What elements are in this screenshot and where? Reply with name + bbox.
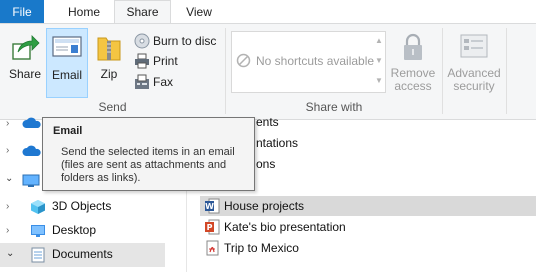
onedrive-icon [22, 144, 42, 161]
nav-item-3d-objects[interactable]: › 3D Objects [0, 195, 165, 219]
file-name-partial: ons [256, 157, 276, 171]
unavailable-icon [236, 53, 251, 71]
nav-item-label: Desktop [52, 223, 97, 237]
word-doc-icon: W [204, 198, 220, 217]
fax-button[interactable]: Fax [134, 72, 226, 92]
file-name: Trip to Mexico [224, 241, 299, 255]
burn-to-disc-button[interactable]: Burn to disc [134, 31, 226, 51]
file-row-house-projects[interactable]: W House projects [200, 196, 536, 216]
expand-chevron-icon[interactable]: › [6, 201, 9, 212]
lock-icon [400, 32, 426, 65]
gallery-scroll-buttons: ▲ ▼ ▼ [373, 32, 385, 92]
email-envelope-icon [52, 34, 82, 61]
gallery-down-icon[interactable]: ▼ [373, 52, 385, 70]
documents-folder-icon [30, 247, 46, 266]
onedrive-icon [22, 116, 42, 133]
fax-label: Fax [153, 75, 174, 89]
no-shortcuts-label: No shortcuts available [256, 54, 375, 68]
collapse-chevron-icon[interactable]: ⌄ [6, 248, 14, 259]
email-tooltip: Email Send the selected items in an emai… [42, 117, 255, 191]
fax-icon [134, 74, 150, 96]
gallery-more-icon[interactable]: ▼ [373, 72, 385, 90]
share-shortcuts-gallery[interactable]: No shortcuts available [231, 31, 386, 93]
zip-folder-icon [96, 32, 122, 65]
file-name: Kate's bio presentation [224, 220, 346, 234]
remove-access-label: Remove access [390, 66, 436, 93]
tooltip-body: Send the selected items in an email (fil… [61, 146, 235, 184]
this-pc-icon [22, 174, 40, 191]
email-button[interactable]: Email [46, 28, 88, 98]
zip-button[interactable]: Zip [92, 24, 126, 98]
send-group-label: Send [98, 100, 127, 114]
gallery-up-icon[interactable]: ▲ [373, 32, 385, 50]
ribbon-tab-bar: File Home Share View [0, 0, 536, 24]
desktop-folder-icon [30, 223, 46, 242]
zip-button-label: Zip [100, 67, 118, 81]
file-row-trip-to-mexico[interactable]: Trip to Mexico [200, 238, 536, 258]
security-settings-icon [459, 32, 489, 65]
3d-objects-icon [30, 199, 46, 218]
email-button-label: Email [51, 68, 82, 82]
file-name-partial: ents [256, 115, 279, 129]
file-name: House projects [224, 199, 305, 213]
nav-item-label: Documents [52, 247, 113, 261]
svg-text:W: W [205, 202, 214, 211]
tab-home[interactable]: Home [55, 0, 113, 24]
advanced-security-label: Advanced security [447, 66, 501, 93]
share-arrow-icon [10, 32, 40, 65]
nav-item-desktop[interactable]: › Desktop [0, 219, 165, 243]
expand-chevron-icon[interactable]: › [6, 145, 9, 156]
expand-chevron-icon[interactable]: › [6, 118, 9, 129]
pdf-icon [204, 240, 220, 259]
burn-to-disc-label: Burn to disc [153, 34, 217, 48]
tab-share[interactable]: Share [114, 0, 171, 24]
print-button[interactable]: Print [134, 51, 226, 71]
ribbon-divider [442, 28, 443, 114]
tab-file[interactable]: File [0, 0, 44, 24]
share-button[interactable]: Share [4, 24, 46, 98]
print-label: Print [153, 54, 178, 68]
nav-item-label: 3D Objects [52, 199, 112, 213]
nav-item-documents[interactable]: ⌄ Documents [0, 243, 165, 267]
ribbon-divider [506, 28, 507, 114]
svg-text:P: P [207, 223, 213, 232]
share-ribbon: Share Email Zip Burn to disc Print Fax S… [0, 23, 536, 120]
tab-view[interactable]: View [172, 0, 226, 24]
file-row-kates-bio-presentation[interactable]: P Kate's bio presentation [200, 217, 536, 237]
share-with-group-label: Share with [305, 100, 363, 114]
advanced-security-button[interactable]: Advanced security [446, 24, 502, 98]
powerpoint-icon: P [204, 219, 220, 238]
collapse-chevron-icon[interactable]: ⌄ [5, 173, 13, 184]
file-name-partial: ntations [256, 136, 299, 150]
share-button-label: Share [8, 67, 42, 81]
tooltip-title: Email [53, 125, 83, 137]
expand-chevron-icon[interactable]: › [6, 225, 9, 236]
remove-access-button[interactable]: Remove access [388, 24, 438, 98]
